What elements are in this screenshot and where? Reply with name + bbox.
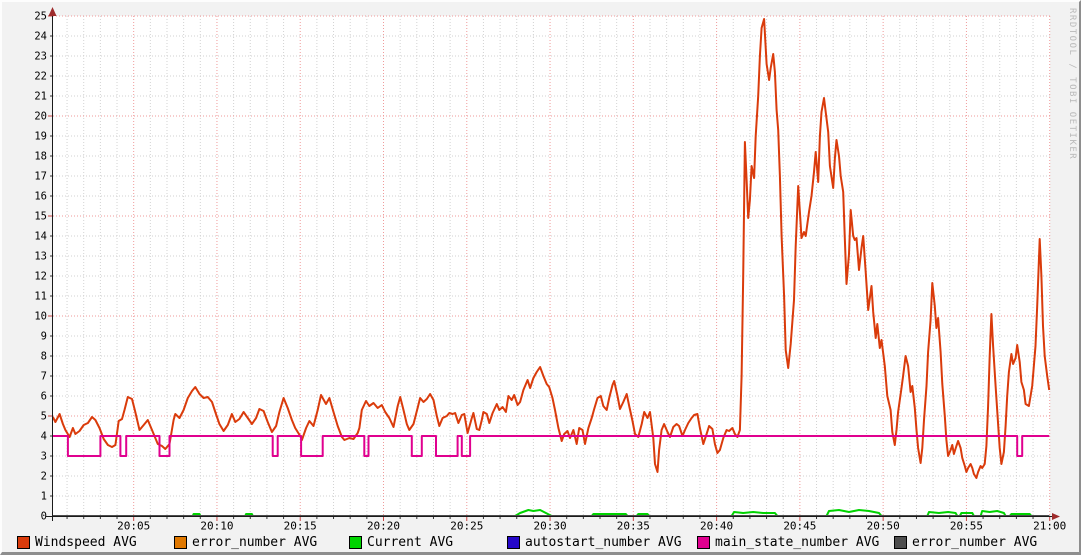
y-axis-label: 0 xyxy=(41,511,47,523)
y-axis-label: 24 xyxy=(34,31,47,43)
y-axis-label: 22 xyxy=(34,71,47,83)
y-axis-label: 25 xyxy=(34,11,47,23)
y-axis-label: 3 xyxy=(41,451,47,463)
legend-item-current-avg: Current AVG xyxy=(349,535,453,550)
y-axis-label: 6 xyxy=(41,391,47,403)
y-axis-label: 13 xyxy=(34,251,47,263)
y-axis-label: 21 xyxy=(34,91,47,103)
legend-item-error_number-avg: error_number AVG xyxy=(174,535,317,550)
rrdtool-graph: 0 1 2 3 4 5 6 7 8 9 10 11 12 13 14 15 16 17 18 19 20 21 22 23 24… xyxy=(0,0,1081,555)
legend-label: autostart_number AVG xyxy=(525,535,682,550)
y-axis-label: 20 xyxy=(34,111,47,123)
x-axis-label: 20:45 xyxy=(783,520,816,533)
x-axis-label: 21:00 xyxy=(1033,520,1066,533)
y-axis-label: 19 xyxy=(34,131,47,143)
y-axis-label: 4 xyxy=(41,431,47,443)
legend-swatch-icon xyxy=(894,536,907,549)
legend-item-windspeed-avg: Windspeed AVG xyxy=(17,535,137,550)
chart-canvas: 0123456789101112131415161718192021222324… xyxy=(34,7,1066,533)
y-axis-label: 5 xyxy=(41,411,47,423)
legend-label: Windspeed AVG xyxy=(35,535,137,550)
legend: Windspeed AVG error_number AVG Current AVG… xyxy=(2,535,1079,552)
legend-item-main_state_number-avg: main_state_number AVG xyxy=(697,535,879,550)
y-axis-label: 7 xyxy=(41,371,47,383)
x-axis-label: 20:10 xyxy=(200,520,233,533)
y-axis-label: 18 xyxy=(34,151,47,163)
y-axis-label: 17 xyxy=(34,171,47,183)
x-axis-label: 20:25 xyxy=(450,520,483,533)
y-axis-label: 1 xyxy=(41,491,47,503)
y-axis-label: 8 xyxy=(41,351,47,363)
y-axis-label: 11 xyxy=(34,291,47,303)
legend-swatch-icon xyxy=(17,536,30,549)
legend-label: error_number AVG xyxy=(192,535,318,550)
legend-item-error_number-avg: error_number AVG xyxy=(894,535,1037,550)
legend-swatch-icon xyxy=(174,536,187,549)
plot-area xyxy=(53,16,1050,516)
x-axis-label: 20:55 xyxy=(950,520,983,533)
y-axis-arrow-icon xyxy=(48,7,57,16)
y-axis-label: 9 xyxy=(41,331,47,343)
y-axis-label: 2 xyxy=(41,471,47,483)
legend-swatch-icon xyxy=(507,536,520,549)
y-axis-label: 14 xyxy=(34,231,47,243)
legend-swatch-icon xyxy=(697,536,710,549)
y-axis-label: 12 xyxy=(34,271,47,283)
x-axis-label: 20:30 xyxy=(533,520,566,533)
y-axis-label: 15 xyxy=(34,211,47,223)
x-axis-label: 20:05 xyxy=(117,520,150,533)
x-axis-label: 20:35 xyxy=(617,520,650,533)
legend-label: Current AVG xyxy=(367,535,454,550)
legend-swatch-icon xyxy=(349,536,362,549)
legend-item-autostart_number-avg: autostart_number AVG xyxy=(507,535,682,550)
x-axis-label: 20:50 xyxy=(867,520,900,533)
x-axis-label: 20:40 xyxy=(700,520,733,533)
legend-label: error_number AVG xyxy=(912,535,1038,550)
legend-label: main_state_number AVG xyxy=(715,535,880,550)
y-axis-label: 10 xyxy=(34,311,47,323)
x-axis-label: 20:20 xyxy=(367,520,400,533)
watermark-text: RRDTOOL / TOBI OETIKER xyxy=(1067,8,1077,161)
x-axis-label: 20:15 xyxy=(284,520,317,533)
y-axis-label: 23 xyxy=(34,51,47,63)
y-axis-label: 16 xyxy=(34,191,47,203)
